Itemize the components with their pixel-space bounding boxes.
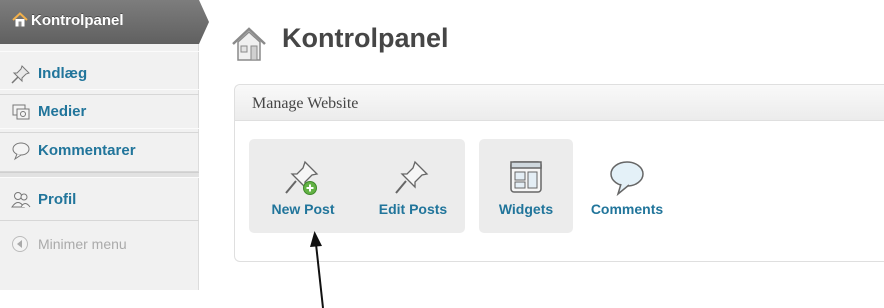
comments-button[interactable]: Comments xyxy=(579,139,675,233)
sidebar-item-medier[interactable]: Medier xyxy=(0,89,199,133)
collapse-menu-label: Minimer menu xyxy=(38,236,127,252)
home-icon xyxy=(229,24,269,69)
comment-icon xyxy=(11,141,31,161)
panel-header: Manage Website xyxy=(235,85,884,121)
media-icon xyxy=(11,102,31,122)
comments-bubble-icon xyxy=(607,159,647,202)
sidebar-item-profil[interactable]: Profil xyxy=(0,177,199,221)
collapse-arrow-icon xyxy=(11,235,29,258)
comments-label: Comments xyxy=(590,201,664,217)
widgets-label: Widgets xyxy=(498,201,554,217)
new-post-pin-icon xyxy=(283,159,323,202)
sidebar-item-label: Profil xyxy=(38,191,77,208)
sidebar-item-label: Indlæg xyxy=(38,65,88,82)
new-post-button[interactable]: New Post xyxy=(257,139,349,233)
edit-posts-button[interactable]: Edit Posts xyxy=(365,139,461,233)
home-icon xyxy=(12,12,28,33)
page-title: Kontrolpanel xyxy=(282,23,449,53)
sidebar-item-label: Medier xyxy=(38,103,87,120)
sidebar-item-kommentarer[interactable]: Kommentarer xyxy=(0,128,199,172)
sidebar-item-label: Kontrolpanel xyxy=(31,12,124,29)
sidebar-item-label: Kommentarer xyxy=(38,142,136,159)
edit-pin-icon xyxy=(393,159,433,202)
widgets-button-group: Widgets xyxy=(479,139,573,233)
panel-title: Manage Website xyxy=(252,95,359,112)
widgets-button[interactable]: Widgets xyxy=(479,139,573,233)
collapse-menu-button[interactable]: Minimer menu xyxy=(0,222,199,266)
posts-button-group: New Post Edit Posts xyxy=(249,139,465,233)
pushpin-icon xyxy=(11,64,31,84)
new-post-label: New Post xyxy=(271,201,335,217)
edit-posts-label: Edit Posts xyxy=(378,201,448,217)
users-icon xyxy=(11,190,31,210)
manage-website-panel: Manage Website New Post Edit Posts Widge… xyxy=(234,84,884,262)
widgets-icon xyxy=(508,159,544,200)
admin-sidebar: Kontrolpanel Indlæg Medier Kommentarer P… xyxy=(0,0,209,290)
sidebar-item-kontrolpanel[interactable]: Kontrolpanel xyxy=(0,0,209,44)
